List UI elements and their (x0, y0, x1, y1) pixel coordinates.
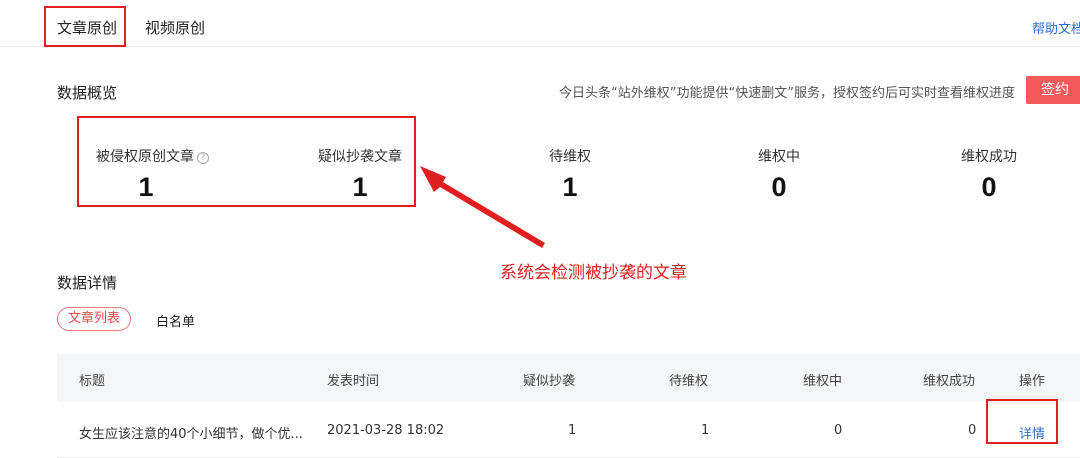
stat-label: 被侵权原创文章 (96, 149, 194, 165)
top-tab-bar: 文章原创 视频原创 帮助文档 (0, 0, 1080, 47)
column-header: 操作 (1019, 374, 1046, 389)
stat-label: 维权成功 (961, 149, 1017, 165)
detail-title: 数据详情 (57, 274, 118, 292)
table-header: 标题 发表时间 疑似抄袭 待维权 维权中 维权成功 操作 (57, 354, 1080, 402)
stat-infringed-articles: 被侵权原创文章? 1 (96, 146, 209, 203)
in-progress-count: 0 (834, 423, 843, 438)
tab-article-list[interactable]: 文章列表 (57, 307, 132, 331)
service-notice: 今日头条“站外维权”功能提供“快速删文”服务，授权签约后可实时查看维权进度 (559, 86, 1015, 101)
annotation-text: 系统会检测被抄袭的文章 (500, 263, 687, 283)
pending-count: 1 (701, 423, 710, 438)
stat-value: 0 (771, 172, 787, 202)
column-header: 待维权 (669, 374, 709, 389)
article-title[interactable]: 女生应该注意的40个小细节，做个优... (79, 423, 303, 442)
stat-pending: 待维权 1 (520, 146, 620, 203)
stat-label: 疑似抄袭文章 (318, 149, 402, 165)
stat-in-progress: 维权中 0 (729, 146, 829, 203)
stat-label: 待维权 (549, 149, 591, 165)
column-header: 发表时间 (327, 374, 380, 389)
publish-time: 2021-03-28 18:02 (327, 423, 445, 438)
stat-value: 1 (562, 172, 578, 202)
table-row: 女生应该注意的40个小细节，做个优... 2021-03-28 18:02 1 … (57, 402, 1080, 458)
tab-whitelist[interactable]: 白名单 (156, 311, 195, 330)
overview-title: 数据概览 (57, 84, 118, 102)
column-header: 维权成功 (923, 374, 976, 389)
sign-button[interactable]: 签约 (1026, 76, 1080, 104)
column-header: 维权中 (803, 374, 843, 389)
stat-label: 维权中 (758, 149, 800, 165)
stat-value: 1 (352, 172, 368, 202)
stat-value: 1 (138, 172, 154, 202)
success-count: 0 (968, 423, 977, 438)
stat-suspected-copies: 疑似抄袭文章 1 (305, 146, 415, 203)
column-header: 疑似抄袭 (523, 374, 576, 389)
suspected-count: 1 (568, 423, 577, 438)
details-link[interactable]: 详情 (1019, 423, 1045, 442)
column-header: 标题 (79, 374, 106, 389)
tab-video-original[interactable]: 视频原创 (145, 17, 205, 38)
stat-value: 0 (981, 172, 997, 202)
tab-article-original[interactable]: 文章原创 (57, 17, 117, 38)
stat-success: 维权成功 0 (939, 146, 1039, 203)
help-icon[interactable]: ? (197, 152, 209, 164)
help-docs-link[interactable]: 帮助文档 (1032, 18, 1080, 37)
